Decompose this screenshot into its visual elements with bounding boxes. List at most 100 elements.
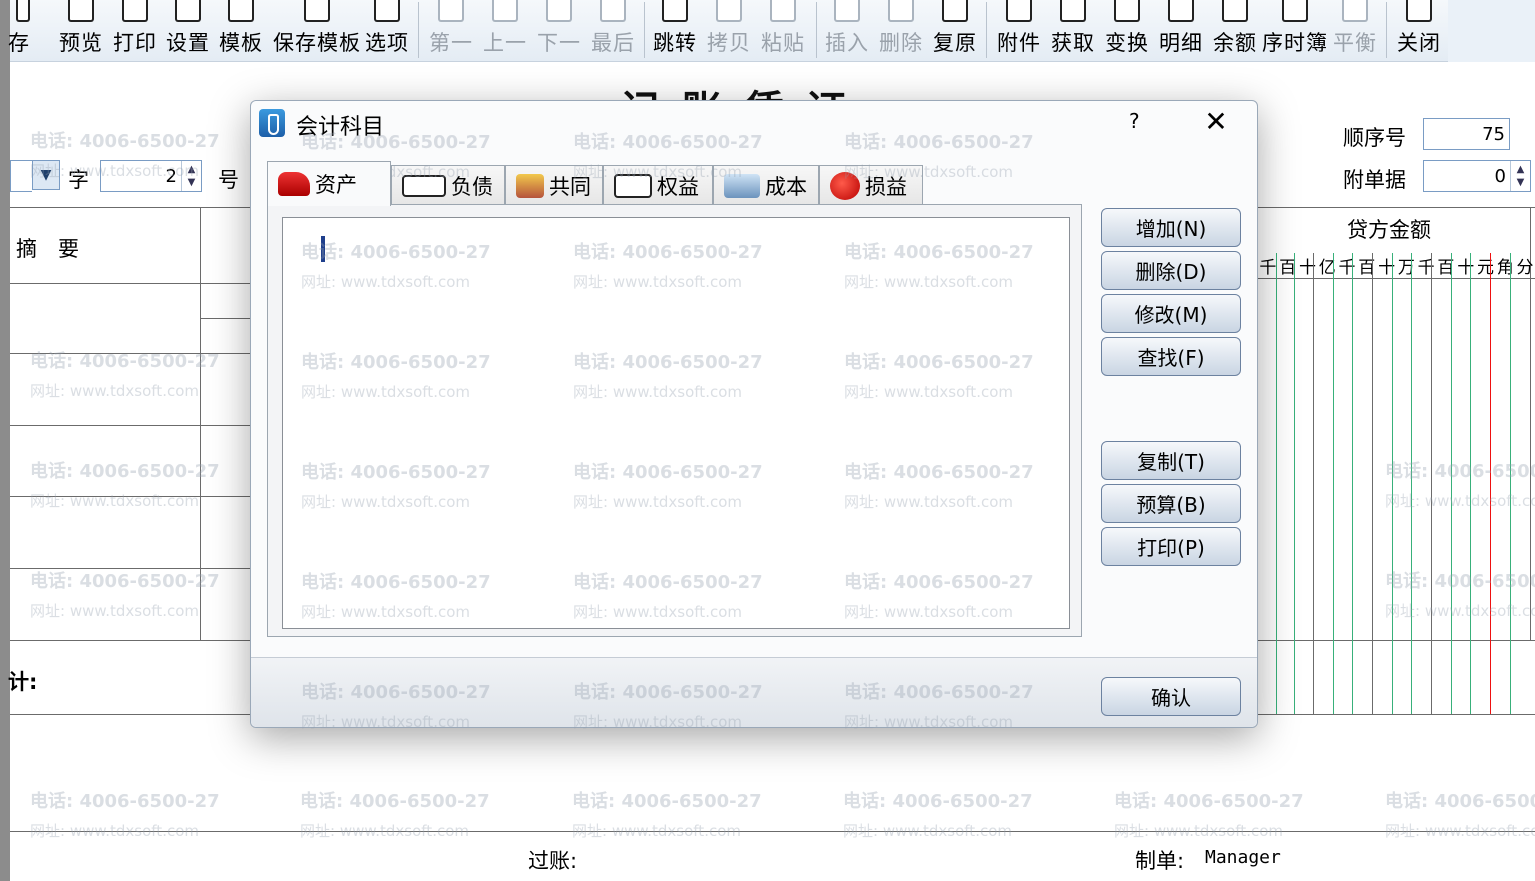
card-icon xyxy=(402,174,446,197)
confirm-button[interactable]: 确认 xyxy=(1101,677,1241,716)
print-button[interactable]: 打印 xyxy=(110,0,160,60)
watermark: 电话: 4006-6500-27网址: www.tdxsoft.com xyxy=(30,567,220,626)
sequence-number-input[interactable]: 75 xyxy=(1423,118,1510,150)
template-button[interactable]: 模板 xyxy=(216,0,266,60)
save-button[interactable]: 存 xyxy=(8,0,38,60)
toolbar-separator xyxy=(1386,2,1387,58)
voucher-word-input[interactable] xyxy=(10,160,32,192)
save-template-icon xyxy=(304,0,330,22)
first-button[interactable]: 第一 xyxy=(426,0,476,60)
account-tree-list[interactable] xyxy=(282,217,1070,629)
voucher-number-stepper[interactable]: 2 ▲ ▼ xyxy=(100,160,202,192)
toolbar-label: 跳转 xyxy=(653,31,697,55)
tab-label: 负债 xyxy=(451,174,493,199)
delete-button[interactable]: 删除 xyxy=(876,0,926,60)
balance-button[interactable]: 余额 xyxy=(1210,0,1260,60)
copy-button[interactable]: 拷贝 xyxy=(704,0,754,60)
tab-assets[interactable]: 资产 xyxy=(267,161,391,206)
watermark-phone: 电话: 4006-6500-27 xyxy=(30,461,220,482)
stepper-arrows-icon[interactable]: ▲ ▼ xyxy=(1510,161,1530,191)
amount-grid-line xyxy=(1352,253,1353,714)
save-template-button[interactable]: 保存模板 xyxy=(269,0,365,60)
table-rule xyxy=(1258,714,1535,715)
tab-profit-loss[interactable]: 损益 xyxy=(819,165,923,205)
table-rule xyxy=(10,831,1535,832)
toolbar-label: 平衡 xyxy=(1333,31,1377,55)
toolbar-label: 复原 xyxy=(933,31,977,55)
attachment-button[interactable]: 附件 xyxy=(994,0,1044,60)
print-button[interactable]: 打印(P) xyxy=(1101,527,1241,566)
amount-grid-line xyxy=(1510,253,1511,714)
toolbar-label: 第一 xyxy=(429,31,473,55)
watermark-phone: 电话: 4006-6500-27 xyxy=(300,791,490,812)
modify-button[interactable]: 修改(M) xyxy=(1101,294,1241,333)
previous-icon xyxy=(492,0,518,22)
toolbar-overflow xyxy=(1448,0,1535,62)
options-button[interactable]: 选项 xyxy=(362,0,412,60)
watermark-phone: 电话: 4006-6500-27 xyxy=(30,571,220,592)
previous-button[interactable]: 上一 xyxy=(480,0,530,60)
watermark: 电话: 4006-6500-27网址: www.tdxsoft.com xyxy=(1385,457,1535,516)
next-button[interactable]: 下一 xyxy=(534,0,584,60)
ruler-unit: 千 xyxy=(1259,258,1277,278)
detail-icon xyxy=(1168,0,1194,22)
exit-icon xyxy=(1406,0,1432,22)
watermark: 电话: 4006-6500-27网址: www.tdxsoft.com xyxy=(300,787,490,846)
fetch-button[interactable]: 获取 xyxy=(1048,0,1098,60)
amount-grid-line xyxy=(1333,253,1334,714)
dialog-titlebar[interactable]: 会计科目 ? ✕ xyxy=(251,101,1257,145)
amount-grid-line xyxy=(1276,253,1277,714)
document-icon xyxy=(614,173,652,198)
posted-label: 过账: xyxy=(528,849,578,873)
delete-button[interactable]: 删除(D) xyxy=(1101,251,1241,290)
watermark-phone: 电话: 4006-6500-27 xyxy=(1385,791,1535,812)
restore-button[interactable]: 复原 xyxy=(930,0,980,60)
toolbar-label: 获取 xyxy=(1051,31,1095,55)
copy-button[interactable]: 复制(T) xyxy=(1101,441,1241,480)
total-label: 计: xyxy=(8,670,38,694)
add-button[interactable]: 增加(N) xyxy=(1101,208,1241,247)
ruler-unit: 亿 xyxy=(1318,258,1336,278)
journal-button[interactable]: 序时簿 xyxy=(1262,0,1328,60)
stepper-arrows-icon[interactable]: ▲ ▼ xyxy=(181,161,201,191)
account-subjects-dialog: 会计科目 ? ✕ 资产 负债 共同 权益 成本 损益 增加(N) 删除(D) 修… xyxy=(250,100,1258,731)
budget-button[interactable]: 预算(B) xyxy=(1101,484,1241,523)
toolbar-label: 拷贝 xyxy=(707,31,751,55)
toolbar-separator xyxy=(418,2,419,58)
close-icon[interactable]: ✕ xyxy=(1201,105,1231,139)
toolbar-label: 序时簿 xyxy=(1262,31,1328,55)
credit-amount-header: 贷方金额 xyxy=(1347,218,1431,242)
amount-grid-line xyxy=(1431,253,1432,714)
watermark: 电话: 4006-6500-27网址: www.tdxsoft.com xyxy=(572,787,762,846)
toolbar-label: 上一 xyxy=(483,31,527,55)
attachments-stepper[interactable]: 0 ▲ ▼ xyxy=(1423,160,1531,192)
last-icon xyxy=(600,0,626,22)
ruler-unit: 万 xyxy=(1397,258,1415,278)
detail-button[interactable]: 明细 xyxy=(1156,0,1206,60)
chevron-down-icon[interactable]: ▼ xyxy=(32,160,60,190)
balance-check-button[interactable]: 平衡 xyxy=(1330,0,1380,60)
amount-grid-line xyxy=(1451,253,1452,714)
find-button[interactable]: 查找(F) xyxy=(1101,337,1241,376)
settings-button[interactable]: 设置 xyxy=(163,0,213,60)
last-button[interactable]: 最后 xyxy=(588,0,638,60)
paste-button[interactable]: 粘贴 xyxy=(758,0,808,60)
toolbar-label: 粘贴 xyxy=(761,31,805,55)
maker-label: 制单: xyxy=(1135,849,1185,873)
tab-cost[interactable]: 成本 xyxy=(713,165,819,205)
tab-common[interactable]: 共同 xyxy=(505,165,603,205)
close-window-button[interactable]: 关闭 xyxy=(1394,0,1444,60)
app-icon xyxy=(259,109,285,137)
preview-button[interactable]: 预览 xyxy=(56,0,106,60)
help-button[interactable]: ? xyxy=(1129,109,1140,133)
text-caret xyxy=(321,236,325,262)
table-rule xyxy=(10,425,250,426)
transform-button[interactable]: 变换 xyxy=(1102,0,1152,60)
tab-liabilities[interactable]: 负债 xyxy=(391,165,505,205)
summary-header: 摘 要 xyxy=(16,237,79,261)
jump-button[interactable]: 跳转 xyxy=(650,0,700,60)
settings-icon xyxy=(175,0,201,22)
tab-equity[interactable]: 权益 xyxy=(603,165,713,205)
insert-button[interactable]: 插入 xyxy=(822,0,872,60)
voucher-word-combo[interactable]: ▼ xyxy=(10,160,60,192)
